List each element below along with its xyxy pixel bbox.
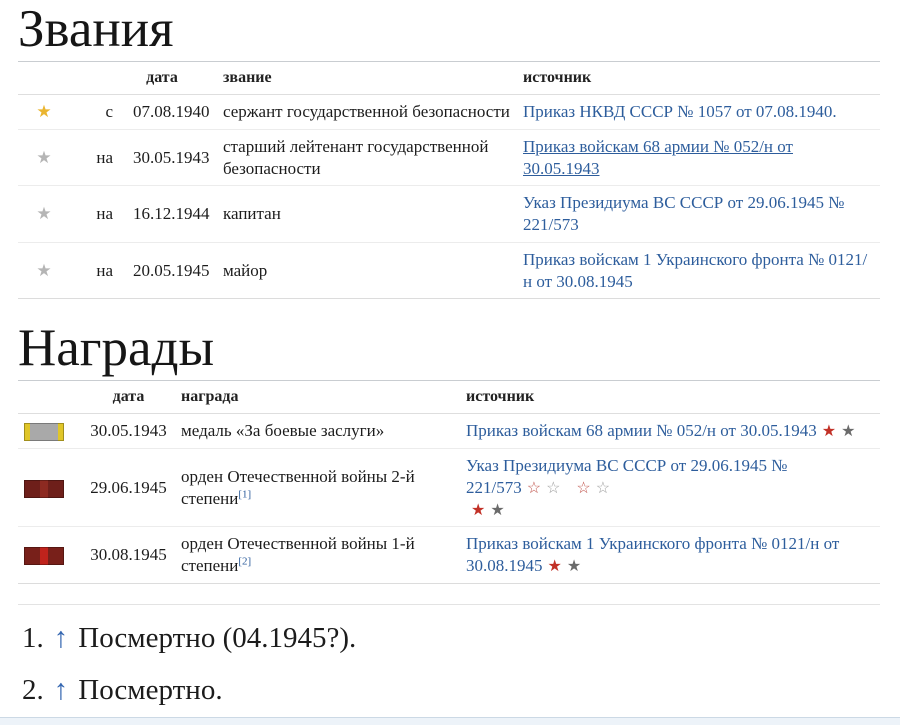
rank-stars-icons: ★★: [543, 556, 582, 575]
award-source-link[interactable]: Приказ войскам 68 армии № 052/н от 30.05…: [466, 421, 817, 440]
rank-row: ★ на 20.05.1945 майор Приказ войскам 1 У…: [18, 242, 880, 299]
order-patriotic-war-1st-ribbon-icon[interactable]: [24, 547, 64, 565]
rank-stars-icons: ★★: [817, 421, 856, 440]
rank-source-link[interactable]: Приказ войскам 1 Украинского фронта № 01…: [523, 250, 867, 291]
reference-text: Посмертно.: [78, 674, 222, 706]
award-date: 30.08.1945: [76, 527, 181, 584]
footer-strip: [0, 717, 900, 725]
award-row: 30.05.1943 медаль «За боевые заслуги» Пр…: [18, 414, 880, 449]
reference-item: 1. ↑ Посмертно (04.1945?).: [22, 621, 880, 656]
red-outline-star-icon: ☆: [527, 480, 541, 497]
rank-name: сержант государственной безопасности: [223, 95, 523, 130]
reference-text: Посмертно (04.1945?).: [78, 622, 356, 654]
column-header-source: источник: [466, 381, 880, 414]
gray-star-icon[interactable]: ★: [36, 149, 51, 166]
rank-date: 07.08.1940: [113, 95, 223, 130]
rank-name: капитан: [223, 186, 523, 243]
ranks-header-row: дата звание источник: [18, 62, 880, 95]
gray-filled-star-icon: ★: [490, 502, 504, 519]
ranks-heading: Звания: [18, 2, 880, 62]
rank-prefix: на: [70, 129, 113, 186]
order-patriotic-war-2nd-ribbon-icon[interactable]: [24, 480, 64, 498]
awards-header-row: дата награда источник: [18, 381, 880, 414]
column-header-source: источник: [523, 62, 880, 95]
gray-outline-star-icon: ☆: [546, 480, 560, 497]
red-outline-star-icon: ☆: [576, 480, 590, 497]
rank-name: старший лейтенант государственной безопа…: [223, 129, 523, 186]
award-name: орден Отечественной войны 2-й степени: [181, 467, 415, 508]
article-page: Звания дата звание источник ★ с 07.08.19…: [0, 0, 900, 725]
rank-prefix: на: [70, 186, 113, 243]
rank-source-link[interactable]: Указ Президиума ВС СССР от 29.06.1945 № …: [523, 193, 844, 234]
gray-filled-star-icon: ★: [841, 423, 855, 440]
award-row: 29.06.1945 орден Отечественной войны 2-й…: [18, 449, 880, 527]
column-header-empty: [18, 62, 70, 95]
rank-row: ★ с 07.08.1940 сержант государственной б…: [18, 95, 880, 130]
reference-number: 2.: [22, 674, 44, 706]
backlink-arrow-icon[interactable]: ↑: [54, 674, 69, 706]
gray-filled-star-icon: ★: [567, 558, 581, 575]
gold-star-icon[interactable]: ★: [36, 103, 51, 120]
reference-item: 2. ↑ Посмертно.: [22, 673, 880, 708]
red-filled-star-icon: ★: [548, 558, 562, 575]
medal-za-boevye-zaslugi-ribbon-icon[interactable]: [24, 423, 64, 441]
rank-source-link[interactable]: Приказ НКВД СССР № 1057 от 07.08.1940.: [523, 102, 837, 121]
footnote-link[interactable]: [2]: [238, 555, 251, 567]
backlink-arrow-icon[interactable]: ↑: [54, 622, 69, 654]
footnote-link[interactable]: [1]: [238, 488, 251, 500]
column-header-empty: [18, 381, 76, 414]
red-filled-star-icon: ★: [471, 502, 485, 519]
rank-date: 30.05.1943: [113, 129, 223, 186]
award-source-link[interactable]: Указ Президиума ВС СССР от 29.06.1945 № …: [466, 456, 787, 497]
article-content: Звания дата звание источник ★ с 07.08.19…: [0, 0, 900, 725]
references-list: 1. ↑ Посмертно (04.1945?). 2. ↑ Посмертно.: [18, 621, 880, 708]
award-date: 30.05.1943: [76, 414, 181, 449]
column-header-empty: [70, 62, 113, 95]
gray-star-icon[interactable]: ★: [36, 205, 51, 222]
award-name: медаль «За боевые заслуги»: [181, 421, 384, 440]
column-header-award: награда: [181, 381, 466, 414]
ranks-table: дата звание источник ★ с 07.08.1940 серж…: [18, 62, 880, 299]
red-filled-star-icon: ★: [822, 423, 836, 440]
award-name: орден Отечественной войны 1-й степени: [181, 534, 415, 575]
rank-date: 20.05.1945: [113, 242, 223, 299]
gray-outline-star-icon: ☆: [596, 480, 610, 497]
rank-prefix: на: [70, 242, 113, 299]
column-header-rank: звание: [223, 62, 523, 95]
reference-number: 1.: [22, 622, 44, 654]
column-header-date: дата: [76, 381, 181, 414]
rank-row: ★ на 30.05.1943 старший лейтенант госуда…: [18, 129, 880, 186]
section-divider: [18, 604, 880, 605]
awards-heading: Награды: [18, 321, 880, 381]
rank-name: майор: [223, 242, 523, 299]
award-date: 29.06.1945: [76, 449, 181, 527]
column-header-date: дата: [113, 62, 223, 95]
rank-row: ★ на 16.12.1944 капитан Указ Президиума …: [18, 186, 880, 243]
award-source-link[interactable]: Приказ войскам 1 Украинского фронта № 01…: [466, 534, 839, 575]
rank-prefix: с: [70, 95, 113, 130]
gray-star-icon[interactable]: ★: [36, 262, 51, 279]
rank-date: 16.12.1944: [113, 186, 223, 243]
award-row: 30.08.1945 орден Отечественной войны 1-й…: [18, 527, 880, 584]
rank-source-link[interactable]: Приказ войскам 68 армии № 052/н от 30.05…: [523, 137, 793, 178]
awards-table: дата награда источник 30.05.1943 медаль …: [18, 381, 880, 584]
